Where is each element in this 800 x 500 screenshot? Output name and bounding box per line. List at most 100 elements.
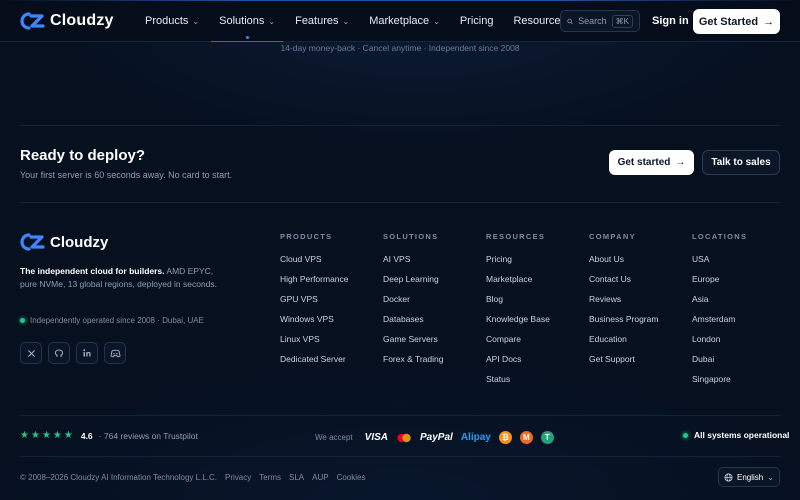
reviews-count: · 764 reviews on Trustpilot bbox=[98, 430, 198, 441]
footer-link[interactable]: Compare bbox=[486, 334, 550, 354]
button-label: Get Started bbox=[698, 15, 759, 28]
alipay-logo: Alipay bbox=[460, 432, 491, 443]
paypal-logo: PayPal bbox=[420, 432, 453, 443]
footer-column-resources: RESOURCES Pricing Marketplace Blog Knowl… bbox=[486, 232, 550, 394]
menu-solutions[interactable]: Solutions ⌄ bbox=[211, 0, 284, 42]
footer-link[interactable]: AI VPS bbox=[383, 254, 443, 274]
footer-link[interactable]: Docker bbox=[383, 294, 443, 314]
footer-link[interactable]: Status bbox=[486, 374, 550, 394]
footer-link[interactable]: Knowledge Base bbox=[486, 314, 550, 334]
cloudzy-logo-icon bbox=[20, 233, 45, 251]
footer-tagline: The independent cloud for builders. AMD … bbox=[20, 265, 220, 291]
trustpilot-rating[interactable]: ★ ★ ★ ★ ★ 4.6 · 764 reviews on Trustpilo… bbox=[20, 430, 198, 441]
cta-subtitle: Your first server is 60 seconds away. No… bbox=[20, 170, 233, 180]
social-github-button[interactable] bbox=[48, 342, 70, 364]
footer-link[interactable]: High Performance bbox=[280, 274, 349, 294]
footer-link[interactable]: Blog bbox=[486, 294, 550, 314]
trust-subnote: 14-day money-back · Cancel anytime · Ind… bbox=[280, 43, 520, 53]
footer-link[interactable]: About Us bbox=[589, 254, 658, 274]
footer-link[interactable]: USA bbox=[692, 254, 747, 274]
legal-link[interactable]: Privacy bbox=[225, 473, 251, 482]
legal-link[interactable]: AUP bbox=[312, 473, 328, 482]
footer-link[interactable]: Linux VPS bbox=[280, 334, 349, 354]
search-button[interactable]: Search ⌘K bbox=[560, 10, 640, 32]
footer-link[interactable]: Asia bbox=[692, 294, 747, 314]
search-label: Search bbox=[578, 16, 607, 26]
footer-link[interactable]: API Docs bbox=[486, 354, 550, 374]
footer-link[interactable]: Get Support bbox=[589, 354, 658, 374]
footer-column-company: COMPANY About Us Contact Us Reviews Busi… bbox=[589, 232, 658, 374]
operated-note: Independently operated since 2008 · Duba… bbox=[20, 316, 204, 325]
menu-label: Marketplace bbox=[369, 15, 430, 27]
footer-link[interactable]: Cloud VPS bbox=[280, 254, 349, 274]
footer-link[interactable]: Marketplace bbox=[486, 274, 550, 294]
footer-link[interactable]: Reviews bbox=[589, 294, 658, 314]
footer-link[interactable]: Europe bbox=[692, 274, 747, 294]
footer-link[interactable]: Windows VPS bbox=[280, 314, 349, 334]
cta-title: Ready to deploy? bbox=[20, 147, 146, 164]
nav-get-started-button[interactable]: Get Started → bbox=[693, 9, 780, 34]
footer-link[interactable]: Deep Learning bbox=[383, 274, 443, 294]
legal-link[interactable]: SLA bbox=[289, 473, 304, 482]
brand-logo[interactable]: Cloudzy bbox=[20, 11, 114, 31]
status-dot-icon bbox=[20, 318, 25, 323]
language-selector[interactable]: English ⌄ bbox=[718, 467, 780, 487]
star-icon: ★ bbox=[30, 430, 40, 441]
menu-products[interactable]: Products ⌄ bbox=[145, 0, 199, 42]
visa-logo: VISA bbox=[364, 432, 388, 443]
footer-link[interactable]: Dubai bbox=[692, 354, 747, 374]
footer-link[interactable]: Forex & Trading bbox=[383, 354, 443, 374]
menu-features[interactable]: Features ⌄ bbox=[295, 0, 349, 42]
footer-link[interactable]: Business Program bbox=[589, 314, 658, 334]
column-heading: COMPANY bbox=[589, 232, 636, 241]
column-heading: PRODUCTS bbox=[280, 232, 333, 241]
footer-link[interactable]: London bbox=[692, 334, 747, 354]
bitcoin-icon: ₿ bbox=[498, 431, 512, 444]
legal-link[interactable]: Cookies bbox=[337, 473, 366, 482]
mastercard-icon bbox=[397, 433, 411, 442]
x-icon bbox=[27, 349, 35, 357]
talk-to-sales-button[interactable]: Talk to sales bbox=[702, 150, 780, 175]
legal-bar: © 2008–2026 Cloudzy AI Information Techn… bbox=[20, 473, 365, 482]
star-icon: ★ bbox=[52, 430, 62, 441]
footer-link[interactable]: Education bbox=[589, 334, 658, 354]
menu-pricing[interactable]: Pricing bbox=[460, 0, 494, 42]
footer-logo[interactable]: Cloudzy bbox=[20, 232, 108, 252]
system-status[interactable]: All systems operational bbox=[683, 430, 789, 440]
tagline-bold: The independent cloud for builders. bbox=[20, 266, 165, 276]
footer-link[interactable]: Pricing bbox=[486, 254, 550, 274]
legal-link[interactable]: Terms bbox=[259, 473, 281, 482]
search-shortcut-badge: ⌘K bbox=[611, 14, 633, 28]
social-x-button[interactable] bbox=[20, 342, 42, 364]
footer-column-products: PRODUCTS Cloud VPS High Performance GPU … bbox=[280, 232, 349, 374]
cta-get-started-button[interactable]: Get started → bbox=[609, 150, 694, 175]
status-dot-icon bbox=[683, 432, 688, 438]
operated-text: Independently operated since 2008 · Duba… bbox=[30, 316, 204, 325]
column-heading: LOCATIONS bbox=[692, 232, 748, 241]
top-navbar: Cloudzy Products ⌄ Solutions ⌄ Features ⌄ M… bbox=[0, 0, 800, 42]
social-links bbox=[20, 342, 126, 364]
chevron-down-icon: ⌄ bbox=[433, 16, 440, 26]
footer-link[interactable]: Singapore bbox=[692, 374, 747, 394]
monero-icon: M bbox=[519, 431, 533, 444]
footer-brand-name: Cloudzy bbox=[50, 233, 109, 251]
footer-link[interactable]: Game Servers bbox=[383, 334, 443, 354]
social-discord-button[interactable] bbox=[104, 342, 126, 364]
sign-in-link[interactable]: Sign in bbox=[652, 15, 689, 27]
button-label: Get started bbox=[617, 157, 671, 168]
chevron-down-icon: ⌄ bbox=[767, 472, 774, 482]
footer-link[interactable]: Dedicated Server bbox=[280, 354, 349, 374]
social-linkedin-button[interactable] bbox=[76, 342, 98, 364]
column-heading: SOLUTIONS bbox=[383, 232, 439, 241]
menu-marketplace[interactable]: Marketplace ⌄ bbox=[369, 0, 440, 42]
section-divider bbox=[20, 415, 780, 416]
star-icon: ★ bbox=[41, 430, 51, 441]
discord-icon bbox=[109, 349, 121, 357]
footer-link[interactable]: Databases bbox=[383, 314, 443, 334]
footer-link[interactable]: GPU VPS bbox=[280, 294, 349, 314]
brand-name: Cloudzy bbox=[50, 12, 114, 29]
footer-link[interactable]: Contact Us bbox=[589, 274, 658, 294]
menu-label: Solutions bbox=[219, 15, 265, 27]
footer-column-locations: LOCATIONS USA Europe Asia Amsterdam Lond… bbox=[692, 232, 747, 394]
footer-link[interactable]: Amsterdam bbox=[692, 314, 747, 334]
